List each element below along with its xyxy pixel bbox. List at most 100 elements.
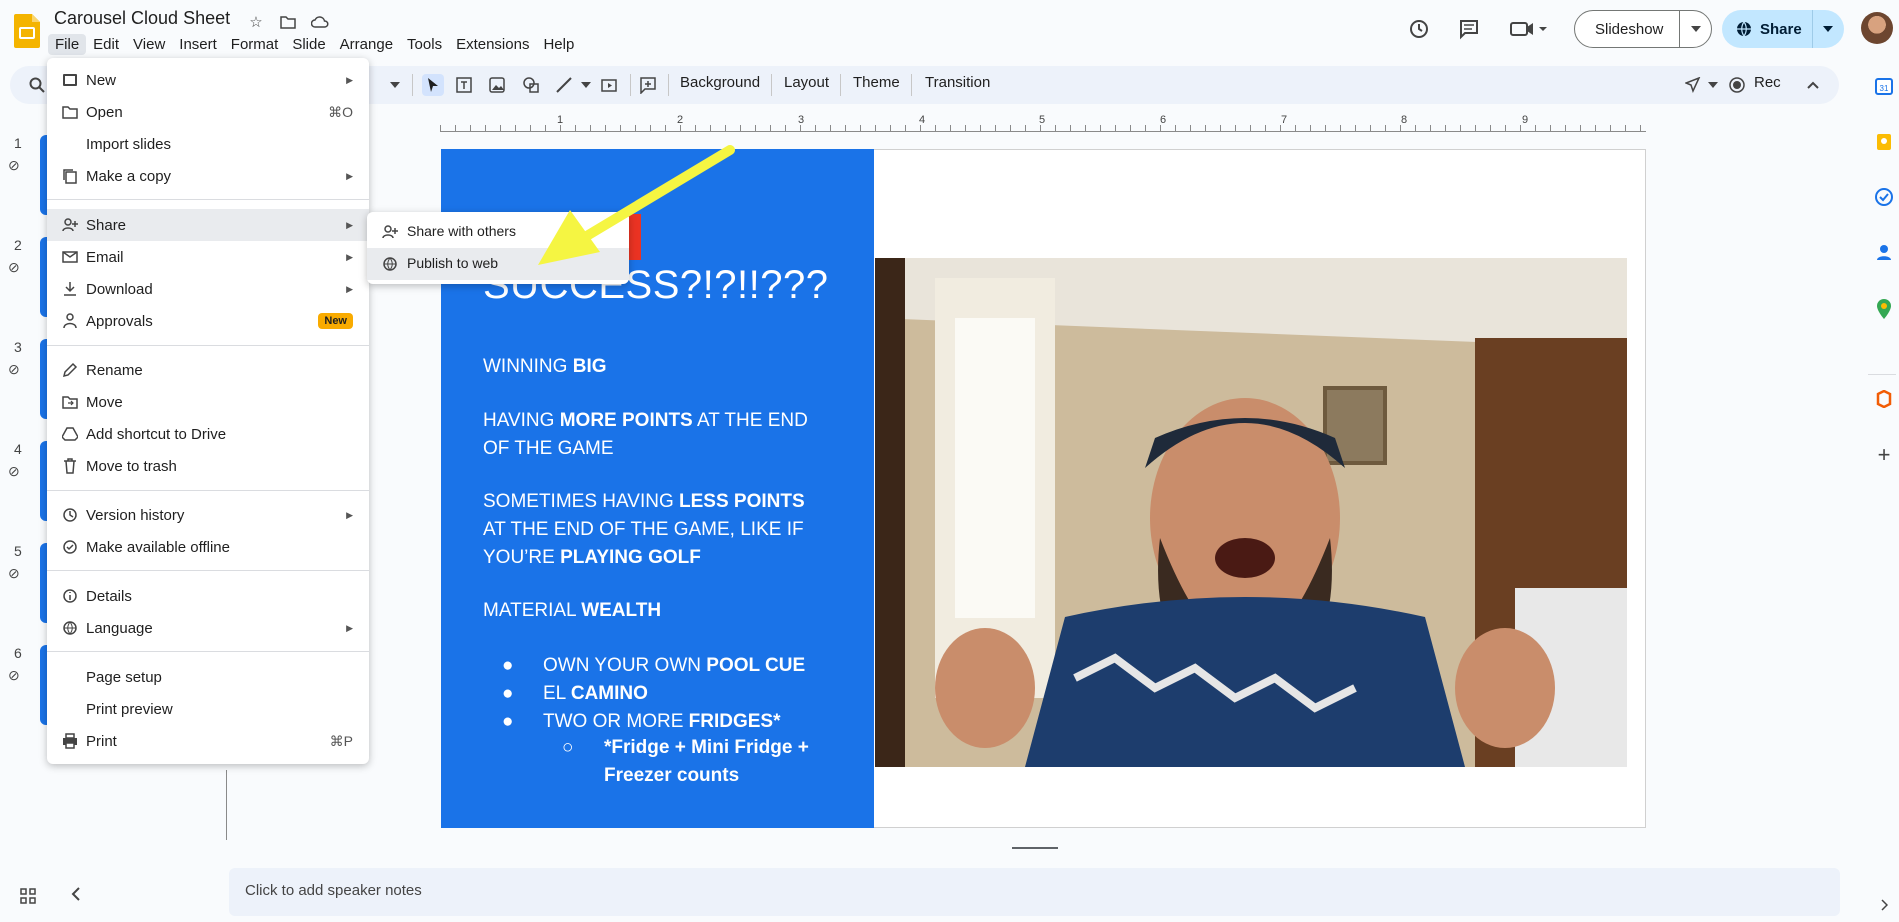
copy-icon bbox=[61, 167, 79, 185]
menu-item-label: Page setup bbox=[86, 668, 162, 686]
layout-button[interactable]: Layout bbox=[784, 74, 829, 91]
move-folder-icon[interactable] bbox=[278, 12, 298, 32]
comments-icon[interactable] bbox=[1451, 11, 1487, 47]
slide-text: HAVING bbox=[483, 410, 560, 431]
slideshow-button[interactable]: Slideshow bbox=[1574, 10, 1712, 48]
file-menu-email[interactable]: Email ▶ bbox=[47, 241, 369, 273]
text-box-icon[interactable] bbox=[453, 74, 475, 96]
file-menu-offline[interactable]: Make available offline bbox=[47, 531, 369, 563]
menu-insert[interactable]: Insert bbox=[172, 34, 224, 55]
meet-video-icon[interactable] bbox=[1504, 11, 1554, 47]
slide-line-less-points[interactable]: SOMETIMES HAVING LESS POINTS AT THE END … bbox=[483, 488, 805, 572]
file-menu-open[interactable]: Open ⌘O bbox=[47, 96, 369, 128]
laser-pointer-icon[interactable] bbox=[1682, 74, 1704, 96]
insert-video-icon[interactable] bbox=[598, 74, 620, 96]
slide-bullet-list[interactable]: ● OWN YOUR OWN POOL CUE ● EL CAMINO ● TWO O… bbox=[502, 652, 805, 736]
transition-button[interactable]: Transition bbox=[925, 74, 990, 91]
speaker-notes-placeholder[interactable]: Click to add speaker notes bbox=[245, 882, 422, 899]
keep-icon[interactable] bbox=[1872, 130, 1896, 154]
file-menu-download[interactable]: Download ▶ bbox=[47, 273, 369, 305]
show-side-panel-icon[interactable] bbox=[1872, 893, 1896, 917]
version-history-icon[interactable] bbox=[1401, 11, 1437, 47]
line-icon[interactable] bbox=[553, 74, 575, 96]
menu-item-label: Print bbox=[86, 732, 117, 750]
collapse-filmstrip-icon[interactable] bbox=[70, 886, 82, 905]
menu-format[interactable]: Format bbox=[224, 34, 286, 55]
menu-help[interactable]: Help bbox=[536, 34, 581, 55]
file-menu-import-slides[interactable]: Import slides bbox=[47, 128, 369, 160]
maps-icon[interactable] bbox=[1872, 297, 1896, 321]
file-menu-print[interactable]: Print ⌘P bbox=[47, 725, 369, 757]
menu-extensions[interactable]: Extensions bbox=[449, 34, 536, 55]
file-menu-print-preview[interactable]: Print preview bbox=[47, 693, 369, 725]
pointer-dropdown-icon[interactable] bbox=[1702, 74, 1724, 96]
file-menu-language[interactable]: Language ▶ bbox=[47, 612, 369, 644]
slide-text: WINNING bbox=[483, 356, 573, 377]
add-comment-icon[interactable] bbox=[637, 74, 659, 96]
file-menu-page-setup[interactable]: Page setup bbox=[47, 661, 369, 693]
calendar-icon[interactable]: 31 bbox=[1872, 74, 1896, 98]
search-menus-icon[interactable] bbox=[26, 74, 48, 96]
zoom-dropdown-icon[interactable] bbox=[384, 74, 406, 96]
slide-text: OF THE GAME bbox=[483, 438, 614, 459]
cloud-status-icon[interactable] bbox=[310, 12, 330, 32]
collapse-toolbar-icon[interactable] bbox=[1802, 74, 1824, 96]
slides-logo-icon[interactable] bbox=[14, 14, 40, 48]
file-menu-version-history[interactable]: Version history ▶ bbox=[47, 499, 369, 531]
file-menu-add-shortcut[interactable]: Add shortcut to Drive bbox=[47, 418, 369, 450]
share-button[interactable]: Share bbox=[1722, 10, 1844, 48]
file-menu-move-to-trash[interactable]: Move to trash bbox=[47, 450, 369, 482]
menu-tools[interactable]: Tools bbox=[400, 34, 449, 55]
document-title[interactable]: Carousel Cloud Sheet bbox=[54, 8, 230, 29]
menu-slide[interactable]: Slide bbox=[285, 34, 332, 55]
tasks-icon[interactable] bbox=[1872, 185, 1896, 209]
speaker-notes[interactable] bbox=[229, 868, 1840, 916]
slide-line-material-wealth[interactable]: MATERIAL WEALTH bbox=[483, 597, 661, 625]
new-badge: New bbox=[318, 313, 353, 329]
avatar[interactable] bbox=[1861, 12, 1893, 44]
menu-divider bbox=[47, 345, 369, 346]
get-addons-icon[interactable]: + bbox=[1872, 442, 1896, 467]
share-dropdown-icon[interactable] bbox=[1813, 26, 1844, 32]
menu-arrange[interactable]: Arrange bbox=[333, 34, 400, 55]
slide-text: AT THE END bbox=[692, 410, 808, 431]
file-menu-approvals[interactable]: Approvals New bbox=[47, 305, 369, 337]
theme-button[interactable]: Theme bbox=[853, 74, 900, 91]
background-button[interactable]: Background bbox=[680, 74, 760, 91]
file-menu-share[interactable]: Share ▶ bbox=[47, 209, 369, 241]
menu-edit[interactable]: Edit bbox=[86, 34, 126, 55]
info-icon bbox=[61, 587, 79, 605]
drive-shortcut-icon bbox=[61, 425, 79, 443]
slideshow-label[interactable]: Slideshow bbox=[1575, 11, 1681, 47]
slide-sub-bullet[interactable]: ○ *Fridge + Mini Fridge + Freezer counts bbox=[562, 734, 809, 790]
file-menu-move[interactable]: Move bbox=[47, 386, 369, 418]
menu-file[interactable]: File bbox=[48, 34, 87, 55]
contacts-icon[interactable] bbox=[1872, 240, 1896, 264]
line-dropdown-icon[interactable] bbox=[575, 74, 597, 96]
star-icon[interactable]: ☆ bbox=[246, 12, 266, 32]
record-icon[interactable] bbox=[1726, 74, 1748, 96]
slide-number: 3 bbox=[14, 339, 22, 355]
file-menu-details[interactable]: Details bbox=[47, 580, 369, 612]
notes-resize-handle[interactable] bbox=[1012, 847, 1058, 849]
ruler-tick: 7 bbox=[1281, 114, 1288, 126]
menu-view[interactable]: View bbox=[126, 34, 172, 55]
slideshow-dropdown-icon[interactable] bbox=[1680, 26, 1711, 32]
file-menu-rename[interactable]: Rename bbox=[47, 354, 369, 386]
share-label: Share bbox=[1760, 20, 1802, 38]
rec-label[interactable]: Rec bbox=[1754, 74, 1781, 91]
addon-icon[interactable] bbox=[1872, 387, 1896, 411]
file-menu-make-copy[interactable]: Make a copy ▶ bbox=[47, 160, 369, 192]
submenu-arrow-icon: ▶ bbox=[346, 170, 353, 181]
menu-item-label: Make available offline bbox=[86, 538, 230, 556]
slide-line-winning[interactable]: WINNING BIG bbox=[483, 353, 607, 381]
file-menu-new[interactable]: New ▶ bbox=[47, 64, 369, 96]
share-button-main[interactable]: Share bbox=[1722, 10, 1813, 48]
grid-view-icon[interactable] bbox=[20, 888, 36, 907]
slide-photo[interactable] bbox=[875, 258, 1627, 767]
insert-image-icon[interactable] bbox=[486, 74, 508, 96]
slide-line-more-points[interactable]: HAVING MORE POINTS AT THE END OF THE GAM… bbox=[483, 407, 808, 463]
select-cursor-icon[interactable] bbox=[422, 74, 444, 96]
slide-text-bold: *Fridge + Mini Fridge + bbox=[604, 737, 809, 758]
shape-icon[interactable] bbox=[520, 74, 542, 96]
